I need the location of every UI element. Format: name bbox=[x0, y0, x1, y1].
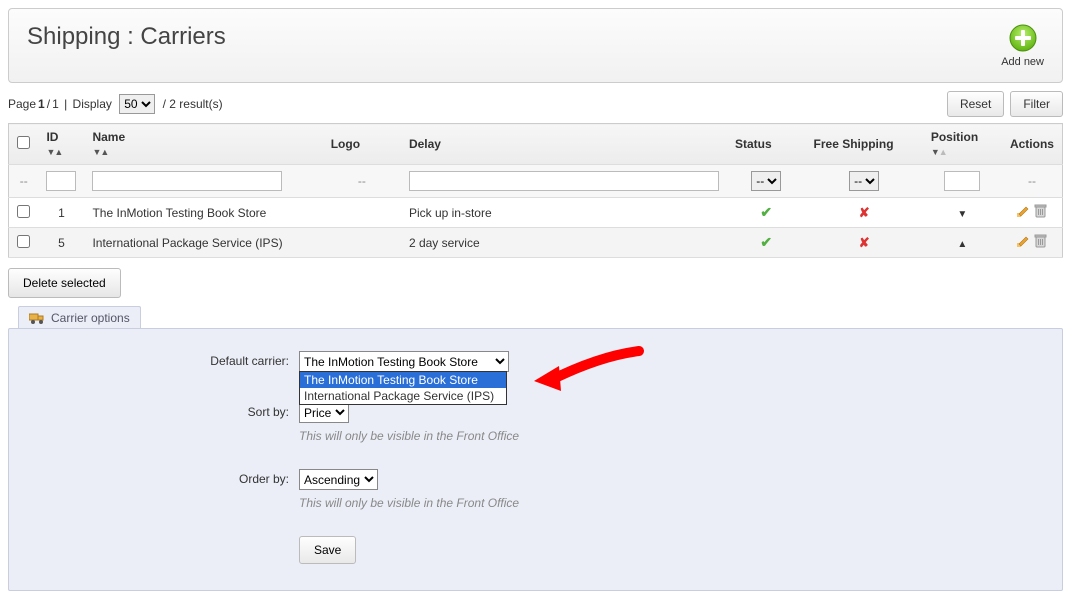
add-new-button[interactable]: Add new bbox=[1001, 23, 1044, 68]
status-ok-icon[interactable]: ✔ bbox=[760, 204, 772, 220]
table-row: 1The InMotion Testing Book Store Pick up … bbox=[9, 198, 1063, 228]
order-by-label: Order by: bbox=[39, 469, 299, 486]
page-header: Shipping : Carriers Add new bbox=[8, 8, 1063, 83]
carriers-table: ID▼▲ Name▼▲ Logo Delay Status Free Shipp… bbox=[8, 123, 1063, 258]
edit-icon[interactable] bbox=[1016, 204, 1030, 218]
filter-name-input[interactable] bbox=[92, 171, 282, 191]
pager-sep: / bbox=[47, 97, 50, 111]
col-actions: Actions bbox=[1010, 137, 1054, 151]
filter-status-select[interactable]: -- bbox=[751, 171, 781, 191]
row-checkbox[interactable] bbox=[17, 235, 30, 248]
edit-icon[interactable] bbox=[1016, 234, 1030, 248]
pager-display-label: Display bbox=[73, 97, 112, 111]
default-carrier-select[interactable]: The InMotion Testing Book Store bbox=[299, 351, 509, 372]
free-no-icon[interactable]: ✘ bbox=[859, 235, 870, 250]
sort-by-select[interactable]: Price bbox=[299, 402, 349, 423]
list-controls: Page 1 / 1 | Display 50 / 2 result(s) Re… bbox=[8, 91, 1063, 117]
sort-position[interactable]: ▼▲ bbox=[931, 147, 947, 157]
cell-logo bbox=[323, 228, 401, 258]
col-status: Status bbox=[735, 137, 772, 151]
col-free: Free Shipping bbox=[814, 137, 894, 151]
save-button[interactable]: Save bbox=[299, 536, 356, 564]
cell-name: International Package Service (IPS) bbox=[84, 228, 322, 258]
carrier-option-1[interactable]: International Package Service (IPS) bbox=[300, 388, 506, 404]
add-new-label: Add new bbox=[1001, 56, 1044, 68]
cell-name: The InMotion Testing Book Store bbox=[84, 198, 322, 228]
cell-id: 5 bbox=[38, 228, 84, 258]
truck-icon bbox=[29, 312, 45, 324]
filter-id-input[interactable] bbox=[46, 171, 76, 191]
reset-button[interactable]: Reset bbox=[947, 91, 1004, 117]
plus-circle-icon bbox=[1008, 23, 1038, 53]
order-by-select[interactable]: Ascending bbox=[299, 469, 378, 490]
select-all-checkbox[interactable] bbox=[17, 136, 30, 149]
col-id[interactable]: ID bbox=[46, 130, 58, 144]
filter-position-input[interactable] bbox=[944, 171, 980, 191]
row-checkbox[interactable] bbox=[17, 205, 30, 218]
sort-by-label: Sort by: bbox=[39, 402, 299, 419]
delete-icon[interactable] bbox=[1034, 204, 1047, 218]
filter-button[interactable]: Filter bbox=[1010, 91, 1063, 117]
position-down-icon[interactable]: ▼ bbox=[957, 209, 967, 220]
pager-page-label: Page bbox=[8, 97, 36, 111]
col-delay: Delay bbox=[409, 137, 441, 151]
sort-by-hint: This will only be visible in the Front O… bbox=[299, 429, 519, 443]
cell-logo bbox=[323, 198, 401, 228]
position-up-icon[interactable]: ▲ bbox=[957, 239, 967, 250]
cell-id: 1 bbox=[38, 198, 84, 228]
free-no-icon[interactable]: ✘ bbox=[859, 205, 870, 220]
table-row: 5International Package Service (IPS) 2 da… bbox=[9, 228, 1063, 258]
carrier-options-tab: Carrier options bbox=[18, 306, 141, 330]
order-by-hint: This will only be visible in the Front O… bbox=[299, 496, 519, 510]
delete-icon[interactable] bbox=[1034, 234, 1047, 248]
carrier-options-panel: Default carrier: The InMotion Testing Bo… bbox=[8, 328, 1063, 591]
display-count-select[interactable]: 50 bbox=[119, 94, 155, 114]
sort-name[interactable]: ▼▲ bbox=[92, 147, 108, 157]
filter-dash-actions: -- bbox=[1002, 165, 1063, 198]
filter-delay-input[interactable] bbox=[409, 171, 719, 191]
carrier-option-0[interactable]: The InMotion Testing Book Store bbox=[300, 372, 506, 388]
pager-page-num: 1 bbox=[38, 97, 45, 111]
col-name[interactable]: Name bbox=[92, 130, 125, 144]
sort-id[interactable]: ▼▲ bbox=[46, 147, 62, 157]
col-position[interactable]: Position bbox=[931, 130, 978, 144]
cell-delay: 2 day service bbox=[401, 228, 727, 258]
filter-free-select[interactable]: -- bbox=[849, 171, 879, 191]
carrier-options-label: Carrier options bbox=[51, 311, 130, 325]
filter-dash-logo: -- bbox=[323, 165, 401, 198]
cell-delay: Pick up in-store bbox=[401, 198, 727, 228]
filter-dash-1: -- bbox=[9, 165, 39, 198]
page-title: Shipping : Carriers bbox=[27, 23, 226, 51]
col-logo: Logo bbox=[331, 137, 360, 151]
pager-page-total: 1 bbox=[52, 97, 59, 111]
annotation-arrow-icon bbox=[529, 341, 649, 401]
delete-selected-button[interactable]: Delete selected bbox=[8, 268, 121, 298]
status-ok-icon[interactable]: ✔ bbox=[760, 234, 772, 250]
default-carrier-label: Default carrier: bbox=[39, 351, 299, 368]
pager-results: / 2 result(s) bbox=[163, 97, 223, 111]
default-carrier-dropdown: The InMotion Testing Book Store Internat… bbox=[299, 371, 507, 405]
